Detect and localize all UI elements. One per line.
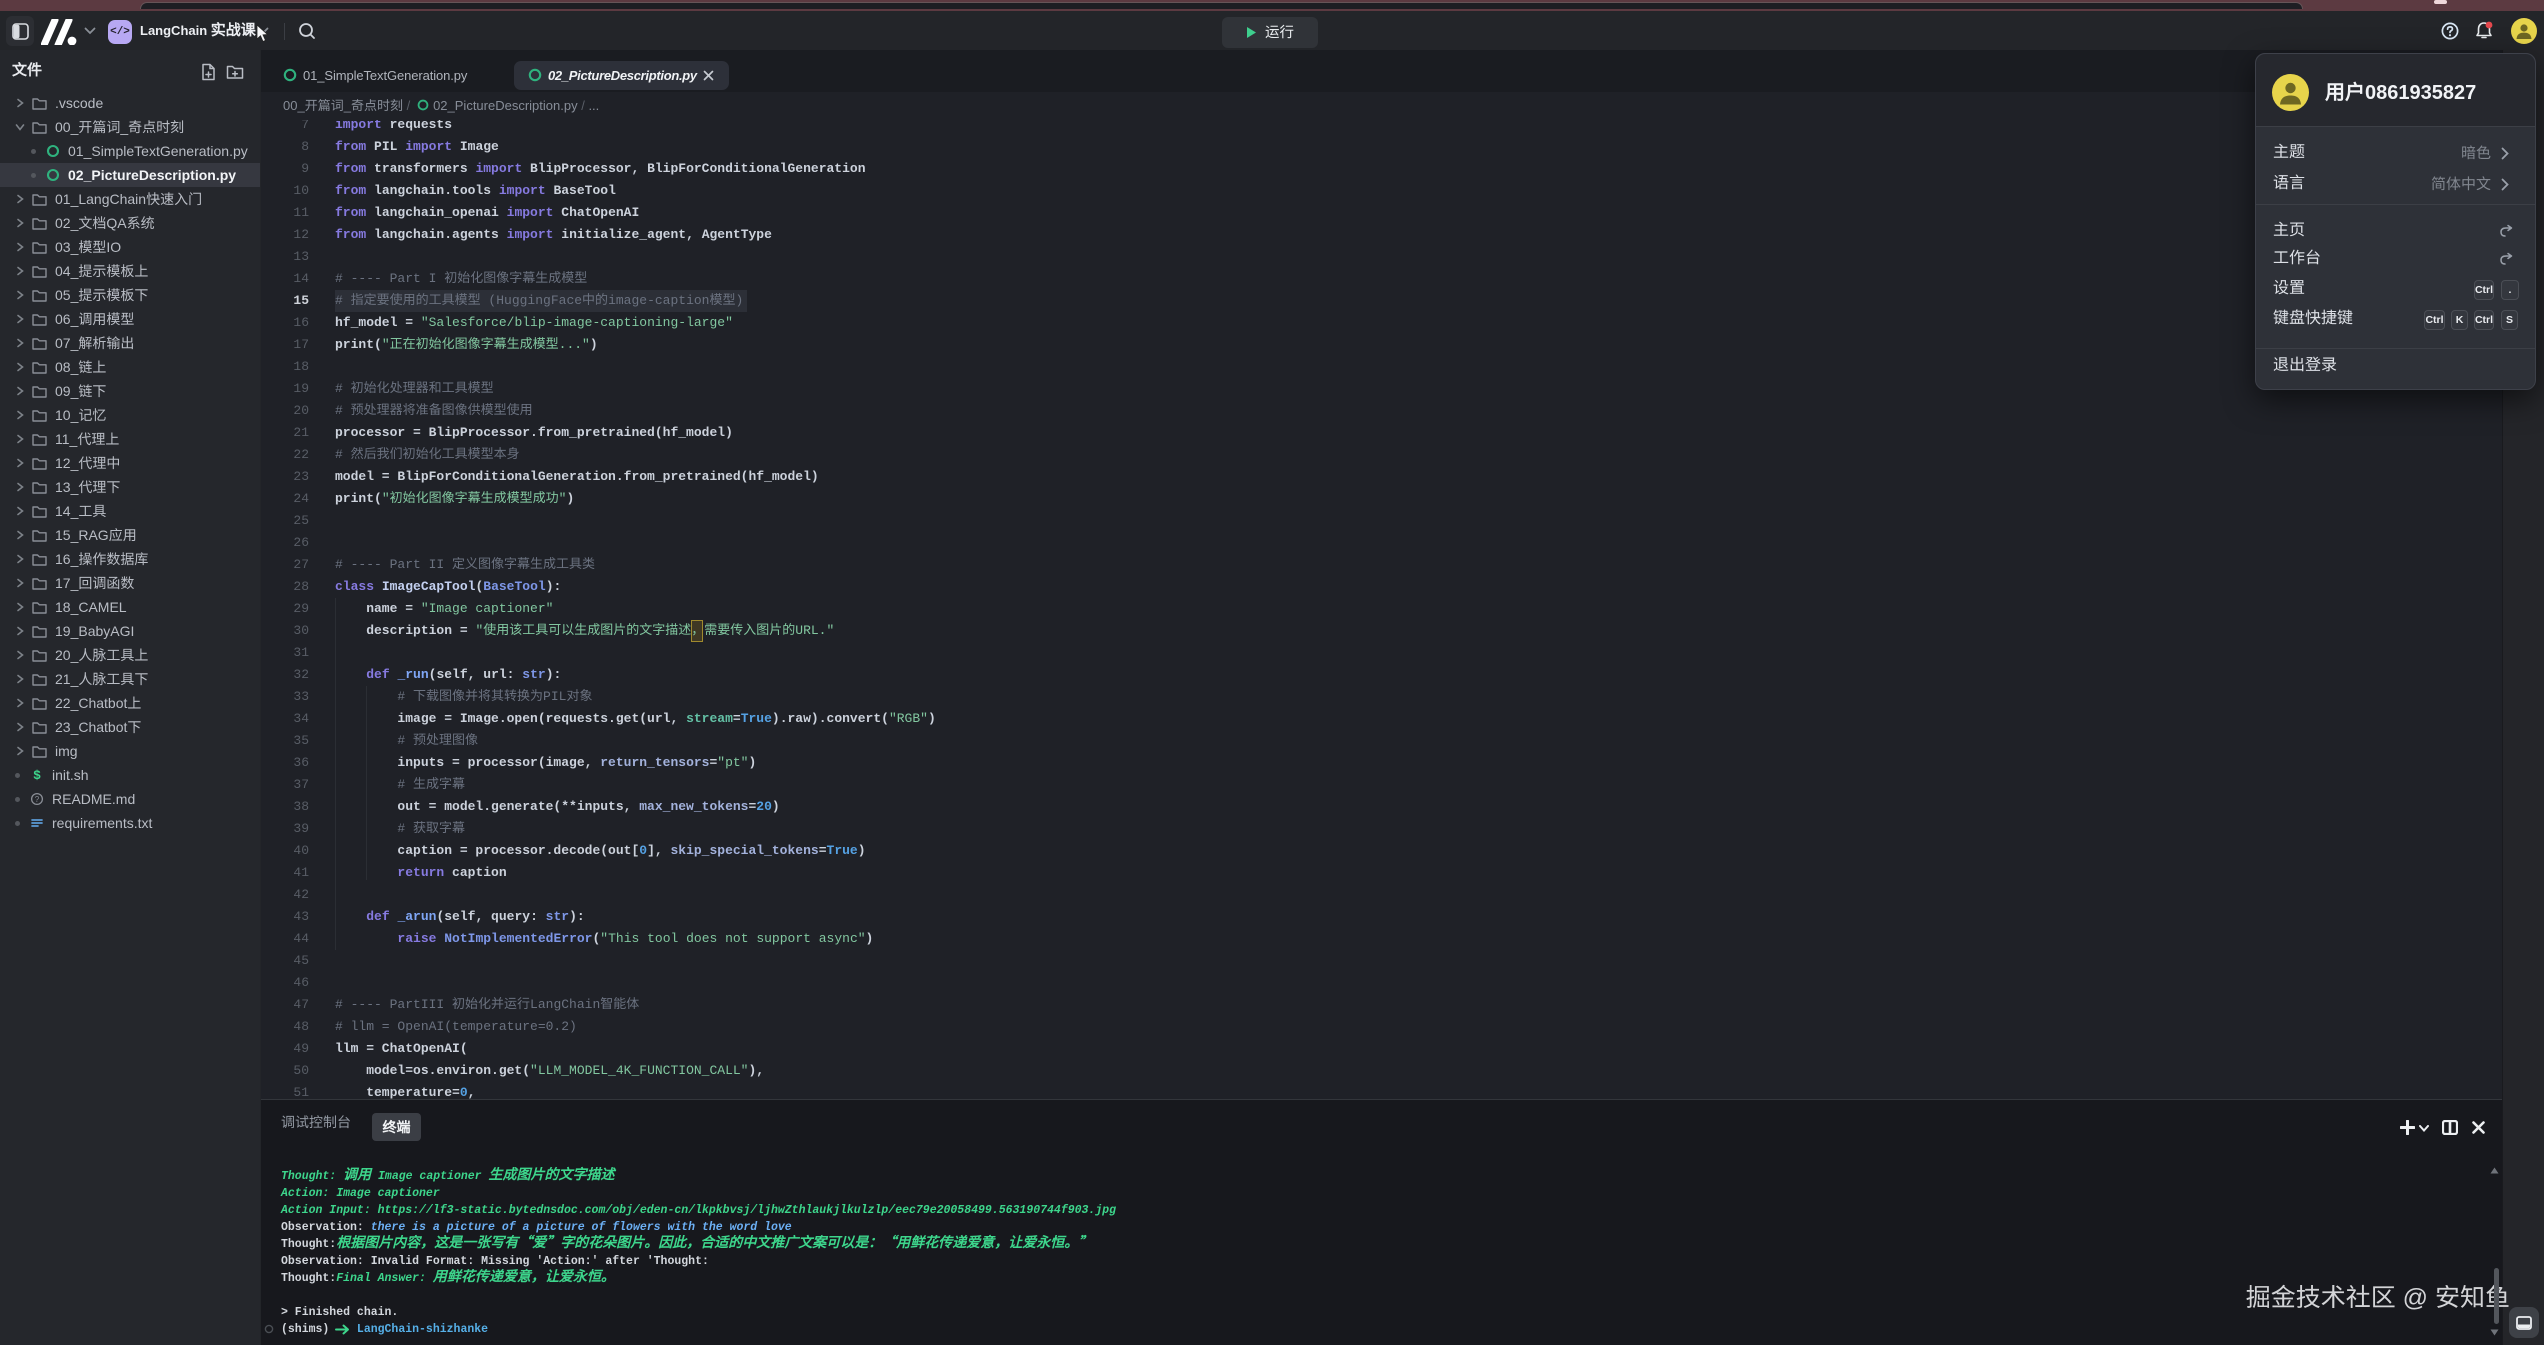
svg-text:?: ? (35, 795, 40, 804)
